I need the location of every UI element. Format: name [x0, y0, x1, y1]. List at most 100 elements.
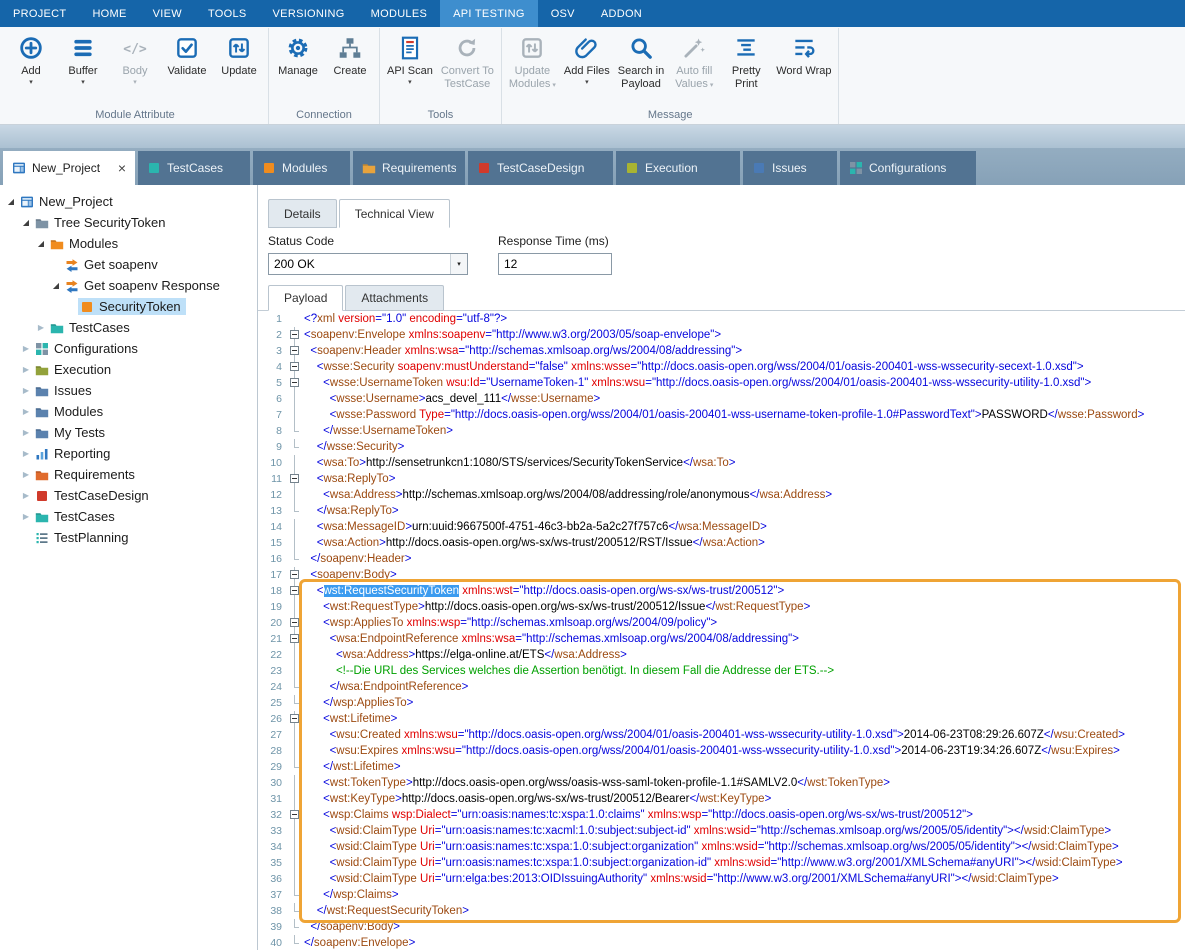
code-line[interactable]: 14 <wsa:MessageID>urn:uuid:9667500f-4751…: [258, 519, 1185, 535]
tab-close-icon[interactable]: ×: [118, 161, 126, 175]
code-line[interactable]: 36 <wsid:ClaimType Uri="urn:elga:bes:201…: [258, 871, 1185, 887]
tree-item-get-soapenv-response[interactable]: ◢Get soapenv Response: [0, 275, 257, 296]
code-line[interactable]: 25 </wsp:AppliesTo>: [258, 695, 1185, 711]
code-line[interactable]: 35 <wsid:ClaimType Uri="urn:oasis:names:…: [258, 855, 1185, 871]
tree-collapsed-icon[interactable]: ▶: [19, 386, 33, 395]
code-line[interactable]: 24 </wsa:EndpointReference>: [258, 679, 1185, 695]
ribbon-button-create[interactable]: Create: [324, 28, 376, 106]
code-line[interactable]: 3 <soapenv:Header xmlns:wsa="http://sche…: [258, 343, 1185, 359]
tree-collapsed-icon[interactable]: ▶: [19, 344, 33, 353]
tree-item-configurations[interactable]: ▶Configurations: [0, 338, 257, 359]
tree-item-row[interactable]: Get soapenv: [63, 256, 163, 273]
menu-item-api-testing[interactable]: API TESTING: [440, 0, 538, 27]
chevron-down-icon[interactable]: ▾: [133, 78, 137, 87]
combo-dropdown-button[interactable]: ▾: [450, 254, 467, 274]
code-line[interactable]: 33 <wsid:ClaimType Uri="urn:oasis:names:…: [258, 823, 1185, 839]
tab-details[interactable]: Details: [268, 199, 337, 228]
code-line[interactable]: 31 <wst:KeyType>http://docs.oasis-open.o…: [258, 791, 1185, 807]
tree-item-row[interactable]: My Tests: [33, 424, 110, 441]
code-line[interactable]: 4 <wsse:Security soapenv:mustUnderstand=…: [258, 359, 1185, 375]
fold-collapse-icon[interactable]: [288, 567, 302, 583]
code-line[interactable]: 10 <wsa:To>http://sensetrunkcn1:1080/STS…: [258, 455, 1185, 471]
tab-configurations[interactable]: Configurations: [840, 151, 976, 185]
code-line[interactable]: 7 <wsse:Password Type="http://docs.oasis…: [258, 407, 1185, 423]
tree-collapsed-icon[interactable]: ▶: [19, 428, 33, 437]
fold-collapse-icon[interactable]: [288, 631, 302, 647]
tree-item-get-soapenv[interactable]: Get soapenv: [0, 254, 257, 275]
menu-item-modules[interactable]: MODULES: [358, 0, 441, 27]
ribbon-button-manage[interactable]: Manage: [272, 28, 324, 106]
tab-attachments[interactable]: Attachments: [345, 285, 444, 311]
tree-item-row[interactable]: TestCaseDesign: [33, 487, 154, 504]
tree-item-tree-securitytoken[interactable]: ◢Tree SecurityToken: [0, 212, 257, 233]
tree-item-row[interactable]: New_Project: [18, 193, 118, 210]
tab-issues[interactable]: Issues: [743, 151, 837, 185]
fold-minus-icon[interactable]: [290, 362, 299, 371]
fold-minus-icon[interactable]: [290, 330, 299, 339]
tab-requirements[interactable]: Requirements: [353, 151, 465, 185]
tree-item-row[interactable]: Modules: [33, 403, 108, 420]
fold-minus-icon[interactable]: [290, 570, 299, 579]
code-line[interactable]: 18 <wst:RequestSecurityToken xmlns:wst="…: [258, 583, 1185, 599]
tree-collapsed-icon[interactable]: ▶: [19, 407, 33, 416]
tree-item-row[interactable]: Modules: [48, 235, 123, 252]
tree-item-row[interactable]: TestPlanning: [33, 529, 133, 546]
fold-collapse-icon[interactable]: [288, 471, 302, 487]
fold-collapse-icon[interactable]: [288, 807, 302, 823]
code-line[interactable]: 28 <wsu:Expires xmlns:wsu="http://docs.o…: [258, 743, 1185, 759]
code-line[interactable]: 21 <wsa:EndpointReference xmlns:wsa="htt…: [258, 631, 1185, 647]
status-code-select[interactable]: 200 OK ▾: [268, 253, 468, 275]
tree-item-row[interactable]: Execution: [33, 361, 116, 378]
code-line[interactable]: 22 <wsa:Address>https://elga-online.at/E…: [258, 647, 1185, 663]
code-line[interactable]: 9 </wsse:Security>: [258, 439, 1185, 455]
tree-item-testcasedesign[interactable]: ▶TestCaseDesign: [0, 485, 257, 506]
chevron-down-icon[interactable]: ▾: [408, 78, 412, 87]
ribbon-button-search-in-payload[interactable]: Search inPayload: [614, 28, 668, 106]
fold-minus-icon[interactable]: [290, 714, 299, 723]
fold-minus-icon[interactable]: [290, 474, 299, 483]
code-line[interactable]: 13 </wsa:ReplyTo>: [258, 503, 1185, 519]
fold-minus-icon[interactable]: [290, 586, 299, 595]
tree-item-reporting[interactable]: ▶Reporting: [0, 443, 257, 464]
tab-payload[interactable]: Payload: [268, 285, 343, 311]
code-line[interactable]: 5 <wsse:UsernameToken wsu:Id="UsernameTo…: [258, 375, 1185, 391]
menu-item-addon[interactable]: ADDON: [588, 0, 655, 27]
code-line[interactable]: 11 <wsa:ReplyTo>: [258, 471, 1185, 487]
code-line[interactable]: 12 <wsa:Address>http://schemas.xmlsoap.o…: [258, 487, 1185, 503]
code-line[interactable]: 1<?xml version="1.0" encoding="utf-8"?>: [258, 311, 1185, 327]
tree-item-row[interactable]: Issues: [33, 382, 97, 399]
code-line[interactable]: 38 </wst:RequestSecurityToken>: [258, 903, 1185, 919]
menu-item-osv[interactable]: OSV: [538, 0, 588, 27]
ribbon-button-word-wrap[interactable]: Word Wrap: [772, 28, 835, 106]
tree-expanded-icon[interactable]: ◢: [19, 218, 33, 227]
fold-collapse-icon[interactable]: [288, 583, 302, 599]
menu-item-project[interactable]: PROJECT: [0, 0, 79, 27]
tree-item-my-tests[interactable]: ▶My Tests: [0, 422, 257, 443]
code-line[interactable]: 23 <!--Die URL des Services welches die …: [258, 663, 1185, 679]
tree-item-testcases[interactable]: ▶TestCases: [0, 506, 257, 527]
code-line[interactable]: 32 <wsp:Claims wsp:Dialect="urn:oasis:na…: [258, 807, 1185, 823]
code-line[interactable]: 26 <wst:Lifetime>: [258, 711, 1185, 727]
tree-collapsed-icon[interactable]: ▶: [19, 365, 33, 374]
fold-collapse-icon[interactable]: [288, 711, 302, 727]
fold-collapse-icon[interactable]: [288, 359, 302, 375]
ribbon-button-buffer[interactable]: Buffer▾: [57, 28, 109, 106]
tree-collapsed-icon[interactable]: ▶: [34, 323, 48, 332]
ribbon-button-api-scan[interactable]: API Scan▾: [383, 28, 437, 106]
tree-item-row[interactable]: Configurations: [33, 340, 143, 357]
tree-item-modules[interactable]: ▶Modules: [0, 401, 257, 422]
tree-item-new-project[interactable]: ◢New_Project: [0, 191, 257, 212]
code-line[interactable]: 27 <wsu:Created xmlns:wsu="http://docs.o…: [258, 727, 1185, 743]
tree-expanded-icon[interactable]: ◢: [49, 281, 63, 290]
fold-minus-icon[interactable]: [290, 634, 299, 643]
code-line[interactable]: 16 </soapenv:Header>: [258, 551, 1185, 567]
tree-item-row[interactable]: Reporting: [33, 445, 115, 462]
tab-testcases[interactable]: TestCases: [138, 151, 250, 185]
code-line[interactable]: 20 <wsp:AppliesTo xmlns:wsp="http://sche…: [258, 615, 1185, 631]
tree-item-row[interactable]: Tree SecurityToken: [33, 214, 171, 231]
tree-item-testplanning[interactable]: TestPlanning: [0, 527, 257, 548]
tree-collapsed-icon[interactable]: ▶: [19, 491, 33, 500]
menu-item-tools[interactable]: TOOLS: [195, 0, 260, 27]
ribbon-button-pretty-print[interactable]: PrettyPrint: [720, 28, 772, 106]
code-line[interactable]: 40</soapenv:Envelope>: [258, 935, 1185, 950]
